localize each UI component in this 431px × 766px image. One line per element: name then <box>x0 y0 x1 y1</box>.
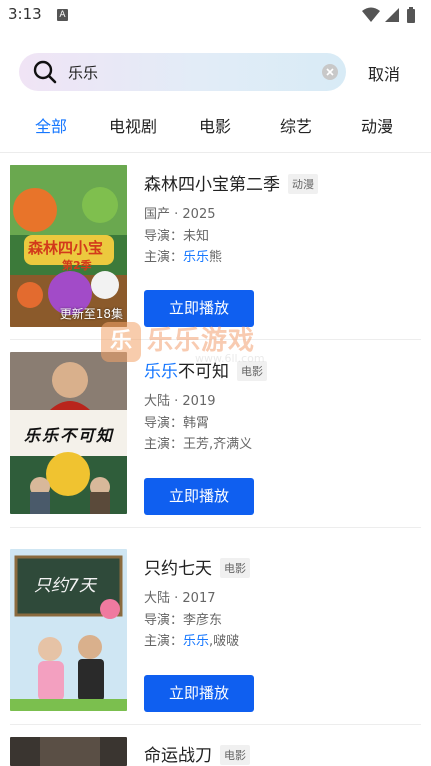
director: 导演：未知 <box>144 229 210 244</box>
tabs-divider <box>0 152 431 153</box>
search-row: 乐乐 取消 <box>19 53 431 91</box>
poster-title: 只约7天 <box>34 576 96 596</box>
poster-title: 乐乐不可知 <box>24 426 115 445</box>
notification-icon: A <box>57 9 68 21</box>
cast: 主演：王芳,齐满义 <box>144 437 253 452</box>
result-title[interactable]: 命运战刀 电影 <box>144 741 250 766</box>
director: 导演：韩霄 <box>144 416 210 431</box>
play-button[interactable]: 立即播放 <box>144 478 254 515</box>
poster-title: 森林四小宝 <box>28 239 104 257</box>
search-query: 乐乐 <box>68 64 99 82</box>
result-divider <box>10 724 421 725</box>
poster-image[interactable]: 森林四小宝 第2季 更新至18集 <box>10 165 127 327</box>
tab-all[interactable]: 全部 <box>16 113 86 137</box>
wifi-icon <box>362 7 380 22</box>
result-title[interactable]: 乐乐不可知 电影 <box>144 357 267 382</box>
cast: 主演：乐乐,啵啵 <box>144 634 240 649</box>
cancel-button[interactable]: 取消 <box>368 61 400 85</box>
tab-variety[interactable]: 综艺 <box>261 113 331 137</box>
status-icons <box>361 5 423 25</box>
region-year: 大陆 · 2017 <box>144 591 216 606</box>
cast: 主演：乐乐熊 <box>144 250 223 265</box>
episode-badge: 更新至18集 <box>59 307 123 321</box>
search-input[interactable]: 乐乐 <box>19 53 346 91</box>
search-icon <box>33 60 57 84</box>
result-title[interactable]: 只约七天 电影 <box>144 554 250 579</box>
genre-tag: 电影 <box>237 361 267 381</box>
poster-image[interactable] <box>10 737 127 766</box>
status-bar: 3:13 A <box>0 0 431 32</box>
play-button[interactable]: 立即播放 <box>144 675 254 712</box>
signal-icon <box>385 8 399 22</box>
director: 导演：李彦东 <box>144 613 223 628</box>
result-title[interactable]: 森林四小宝第二季 动漫 <box>144 170 318 195</box>
genre-tag: 电影 <box>220 745 250 765</box>
tab-movie[interactable]: 电影 <box>180 113 250 137</box>
battery-icon <box>407 7 415 23</box>
result-divider <box>10 339 421 340</box>
category-tabs: 全部 电视剧 电影 综艺 动漫 <box>0 113 431 137</box>
region-year: 国产 · 2025 <box>144 207 216 222</box>
tab-tv-series[interactable]: 电视剧 <box>98 113 168 137</box>
clear-icon[interactable] <box>322 64 338 80</box>
poster-image[interactable]: 乐乐不可知 <box>10 352 127 514</box>
region-year: 大陆 · 2019 <box>144 394 216 409</box>
status-time: 3:13 <box>8 5 42 23</box>
poster-image[interactable]: 只约7天 <box>10 549 127 711</box>
play-button[interactable]: 立即播放 <box>144 290 254 327</box>
tab-anime[interactable]: 动漫 <box>342 113 412 137</box>
genre-tag: 动漫 <box>288 174 318 194</box>
result-divider <box>10 527 421 528</box>
genre-tag: 电影 <box>220 558 250 578</box>
poster-subtitle: 第2季 <box>62 259 92 272</box>
